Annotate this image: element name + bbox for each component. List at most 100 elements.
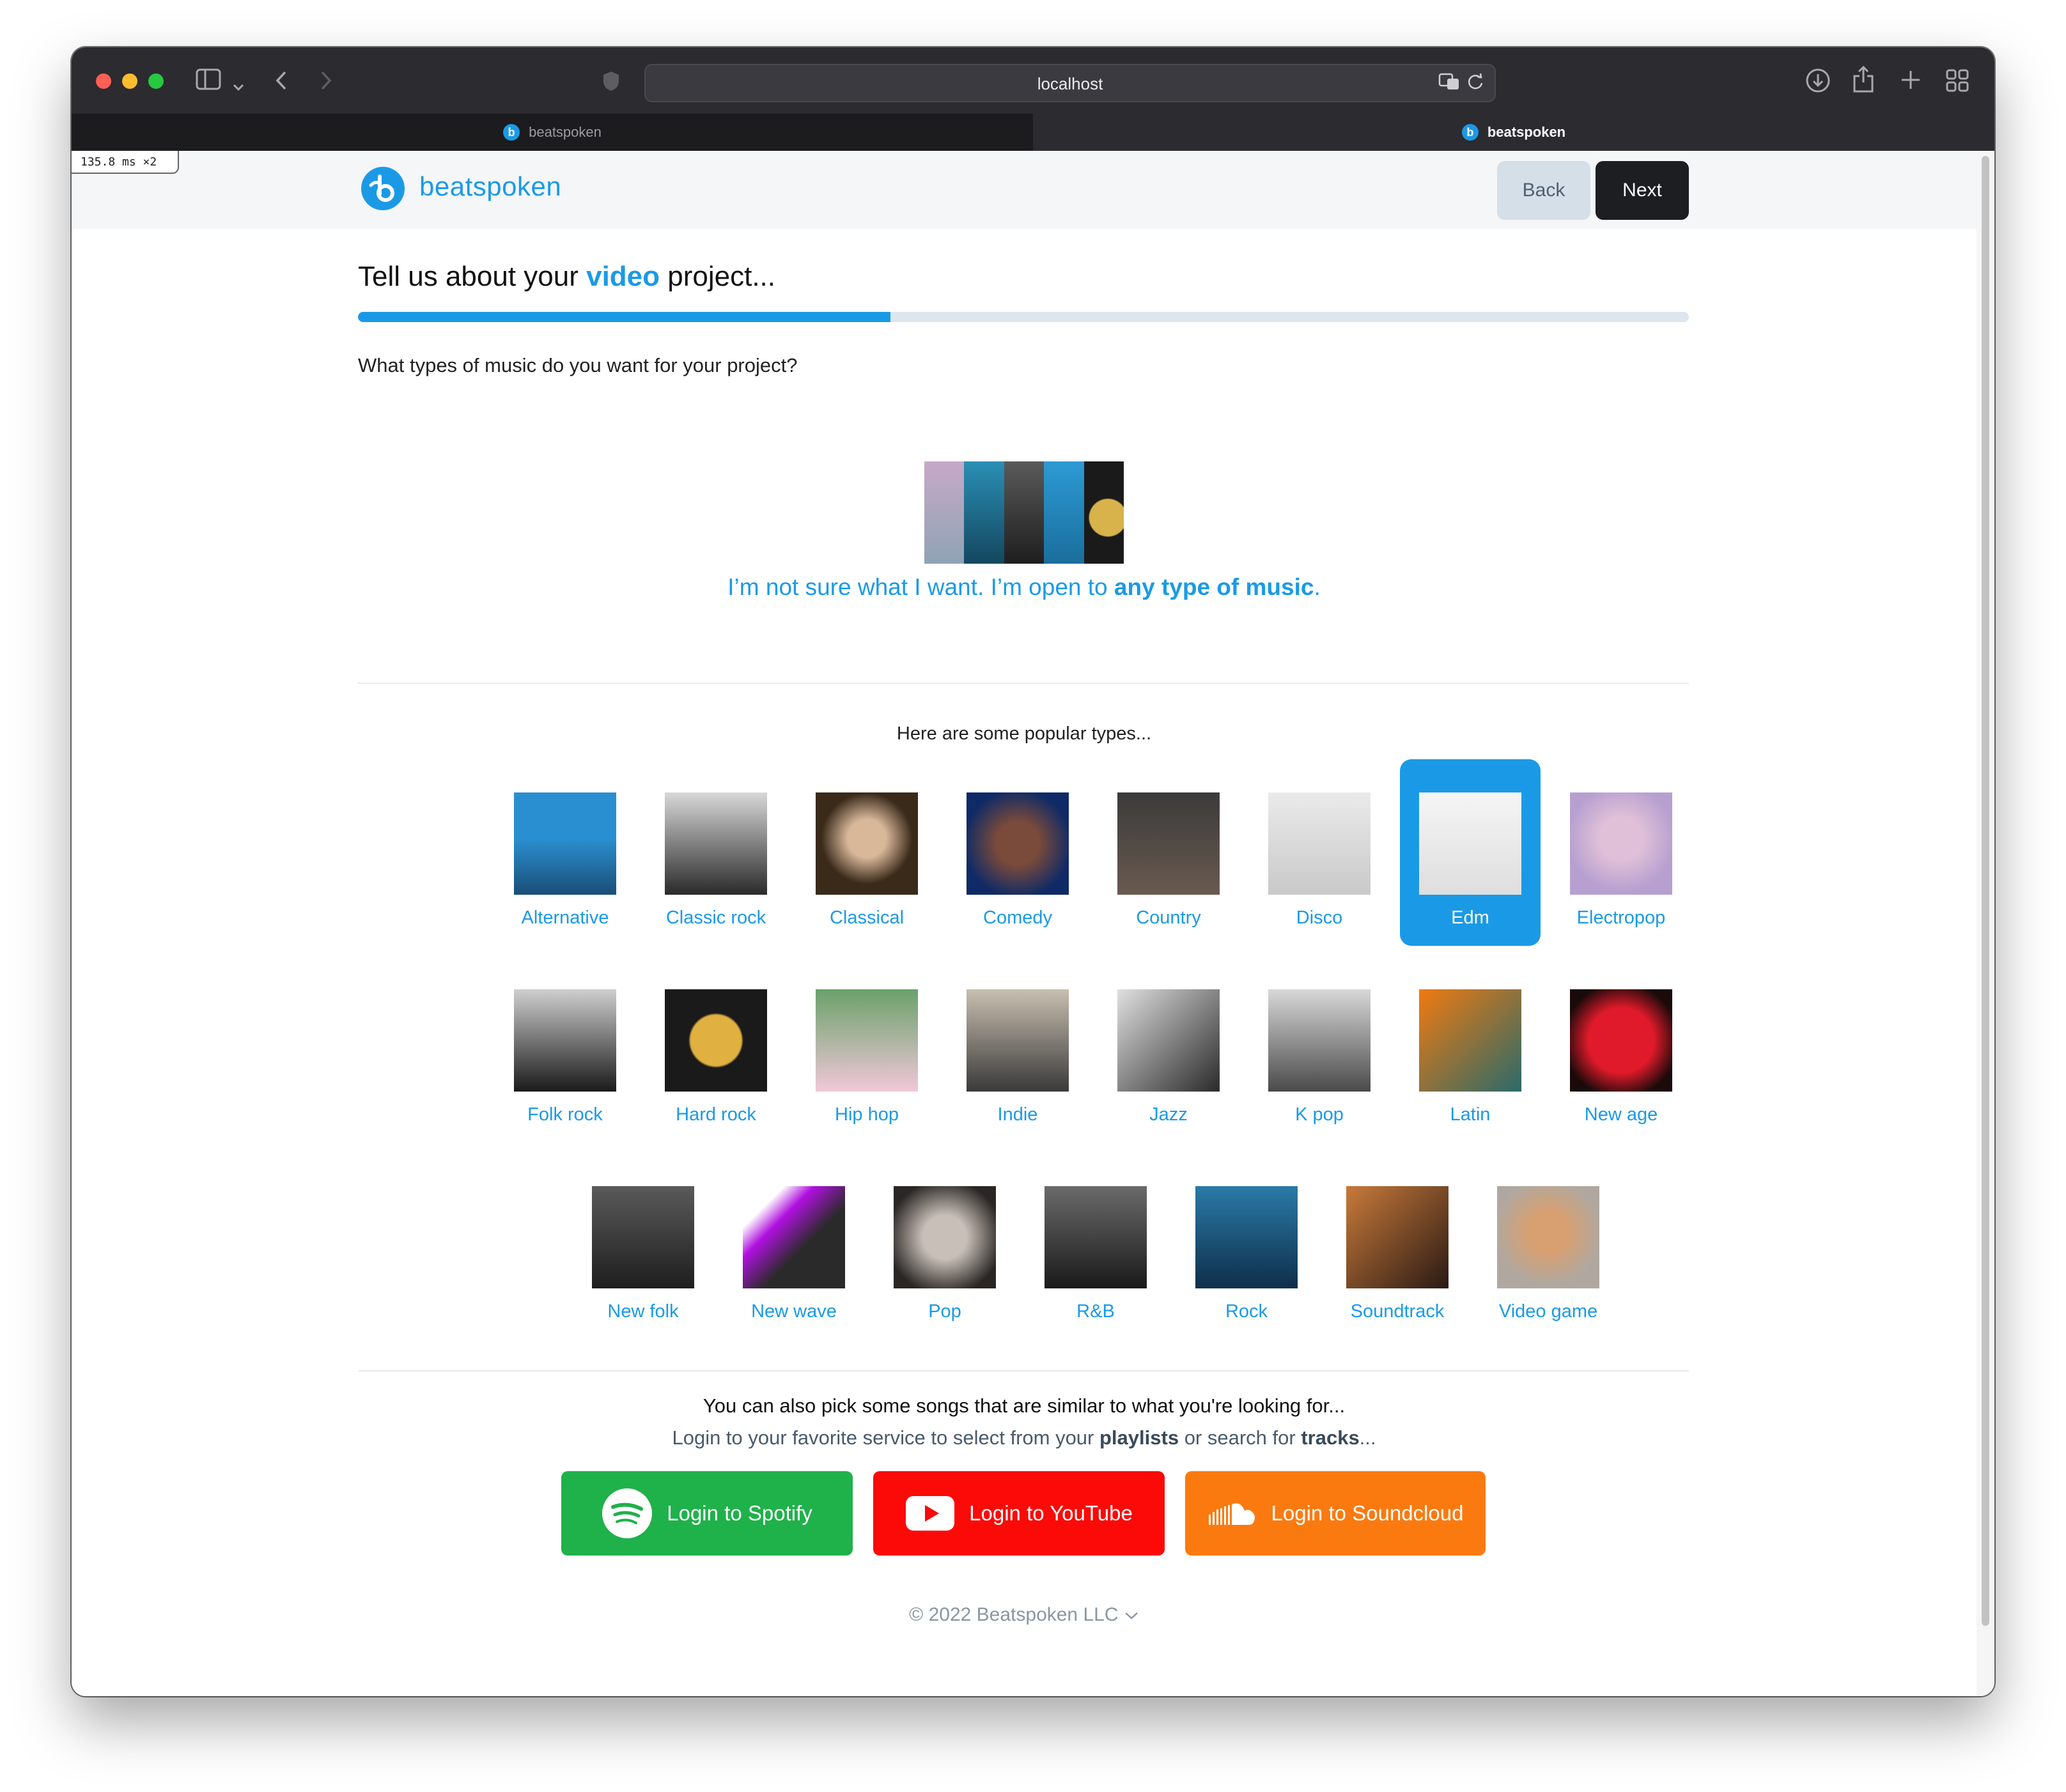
genre-label: New folk — [607, 1301, 679, 1322]
section-divider — [358, 683, 1689, 684]
genre-thumbnail — [894, 1186, 996, 1288]
genre-label: K pop — [1295, 1104, 1344, 1125]
translate-icon[interactable] — [1438, 73, 1460, 95]
page-viewport: 135.8 ms ×2 beatspoken Back Next Tell us… — [72, 151, 1994, 1696]
genre-option-pop[interactable]: Pop — [874, 1153, 1015, 1340]
genre-thumbnail — [1268, 989, 1371, 1092]
page-scrollbar[interactable] — [1977, 151, 1994, 1696]
popular-types-label: Here are some popular types... — [896, 723, 1152, 744]
genre-thumbnail — [967, 989, 1069, 1092]
login-prompt-prefix: Login to your favorite service to select… — [672, 1426, 1094, 1449]
zoom-window-button[interactable] — [148, 73, 164, 89]
tab-label: beatspoken — [1487, 124, 1566, 140]
genre-label: Video game — [1498, 1301, 1598, 1322]
genre-option-comedy[interactable]: Comedy — [947, 759, 1088, 946]
genre-label: Indie — [997, 1104, 1038, 1125]
forward-nav-icon[interactable] — [320, 70, 332, 95]
genre-label: New age — [1584, 1104, 1658, 1125]
tab-label: beatspoken — [529, 124, 602, 140]
next-button[interactable]: Next — [1596, 161, 1689, 220]
genre-thumbnail — [1195, 1186, 1298, 1288]
tracks-label: tracks — [1301, 1426, 1360, 1449]
login-youtube-button[interactable]: Login to YouTube — [873, 1471, 1165, 1556]
title-prefix: Tell us about your — [358, 261, 579, 292]
chevron-down-icon[interactable] — [233, 74, 244, 96]
genre-label: New wave — [751, 1301, 837, 1322]
title-suffix: project... — [667, 261, 776, 292]
genre-thumbnail — [967, 792, 1069, 895]
artist-mosaic-image[interactable] — [924, 461, 1124, 564]
chevron-down-icon — [1125, 1612, 1138, 1619]
genre-option-k-pop[interactable]: K pop — [1249, 956, 1390, 1143]
any-music-prefix: I’m not sure what I want. I’m open to — [727, 574, 1108, 600]
genre-label: R&B — [1076, 1301, 1115, 1322]
genre-option-jazz[interactable]: Jazz — [1098, 956, 1239, 1143]
genre-option-classic-rock[interactable]: Classic rock — [646, 759, 786, 946]
new-tab-icon[interactable] — [1900, 69, 1922, 95]
scrollbar-thumb[interactable] — [1982, 156, 1989, 1626]
section-divider — [358, 1370, 1689, 1371]
tab-beatspoken-2[interactable]: b beatspoken — [1033, 114, 1994, 151]
genre-thumbnail — [1045, 1186, 1147, 1288]
brand-name[interactable]: beatspoken — [419, 171, 561, 202]
genre-label: Comedy — [983, 908, 1052, 928]
sidebar-toggle-icon[interactable] — [196, 68, 221, 94]
genre-label: Folk rock — [527, 1104, 603, 1125]
tab-overview-icon[interactable] — [1946, 69, 1969, 96]
genre-option-rock[interactable]: Rock — [1176, 1153, 1317, 1340]
genre-label: Latin — [1450, 1104, 1491, 1125]
genre-option-new-wave[interactable]: New wave — [724, 1153, 864, 1340]
playlists-label: playlists — [1099, 1426, 1179, 1449]
browser-window: localhost b beatspoken b beatspoken 135.… — [72, 47, 1994, 1696]
genre-option-new-folk[interactable]: New folk — [573, 1153, 713, 1340]
genre-option-r-b[interactable]: R&B — [1025, 1153, 1166, 1340]
genre-option-edm[interactable]: Edm — [1400, 759, 1541, 946]
share-icon[interactable] — [1852, 65, 1874, 97]
genre-option-disco[interactable]: Disco — [1249, 759, 1390, 946]
copyright-text: © 2022 Beatspoken LLC — [909, 1604, 1119, 1625]
genre-option-country[interactable]: Country — [1098, 759, 1239, 946]
reload-icon[interactable] — [1466, 73, 1484, 95]
genre-option-folk-rock[interactable]: Folk rock — [495, 956, 635, 1143]
genre-option-electropop[interactable]: Electropop — [1551, 759, 1691, 946]
genre-option-hard-rock[interactable]: Hard rock — [646, 956, 786, 1143]
genre-option-hip-hop[interactable]: Hip hop — [796, 956, 937, 1143]
genre-thumbnail — [1117, 989, 1220, 1092]
genre-thumbnail — [1497, 1186, 1599, 1288]
back-nav-icon[interactable] — [275, 70, 288, 95]
genre-label: Disco — [1296, 908, 1343, 928]
genre-option-classical[interactable]: Classical — [796, 759, 937, 946]
youtube-icon — [906, 1496, 955, 1531]
genre-label: Alternative — [521, 908, 609, 928]
login-soundcloud-button[interactable]: Login to Soundcloud — [1185, 1471, 1486, 1556]
genre-option-alternative[interactable]: Alternative — [495, 759, 635, 946]
minimize-window-button[interactable] — [122, 73, 137, 89]
page-title: Tell us about your video project... — [358, 261, 775, 293]
genre-option-latin[interactable]: Latin — [1400, 956, 1541, 1143]
genre-thumbnail — [1419, 989, 1521, 1092]
genre-label: Pop — [928, 1301, 961, 1322]
genre-option-video-game[interactable]: Video game — [1478, 1153, 1619, 1340]
genre-option-soundtrack[interactable]: Soundtrack — [1327, 1153, 1468, 1340]
tab-beatspoken-1[interactable]: b beatspoken — [72, 114, 1033, 151]
youtube-label: Login to YouTube — [969, 1501, 1133, 1525]
beatspoken-logo-icon[interactable] — [361, 166, 405, 211]
address-bar[interactable]: localhost — [644, 64, 1496, 102]
close-window-button[interactable] — [96, 73, 111, 89]
any-music-option[interactable]: I’m not sure what I want. I’m open to an… — [72, 461, 1977, 601]
spotify-label: Login to Spotify — [667, 1501, 812, 1525]
perf-overlay: 135.8 ms ×2 — [72, 151, 179, 174]
music-question: What types of music do you want for your… — [358, 354, 798, 376]
login-prompt-middle: or search for — [1184, 1426, 1296, 1449]
any-music-text[interactable]: I’m not sure what I want. I’m open to an… — [72, 574, 1977, 601]
privacy-shield-icon[interactable] — [602, 70, 620, 96]
genre-option-new-age[interactable]: New age — [1551, 956, 1691, 1143]
login-spotify-button[interactable]: Login to Spotify — [561, 1471, 853, 1556]
footer-copyright[interactable]: © 2022 Beatspoken LLC — [72, 1604, 1977, 1626]
genre-label: Jazz — [1149, 1104, 1188, 1125]
genre-label: Electropop — [1576, 908, 1666, 928]
login-prompt: Login to your favorite service to select… — [72, 1426, 1977, 1449]
back-button[interactable]: Back — [1497, 161, 1590, 220]
downloads-icon[interactable] — [1805, 68, 1831, 97]
genre-option-indie[interactable]: Indie — [947, 956, 1088, 1143]
